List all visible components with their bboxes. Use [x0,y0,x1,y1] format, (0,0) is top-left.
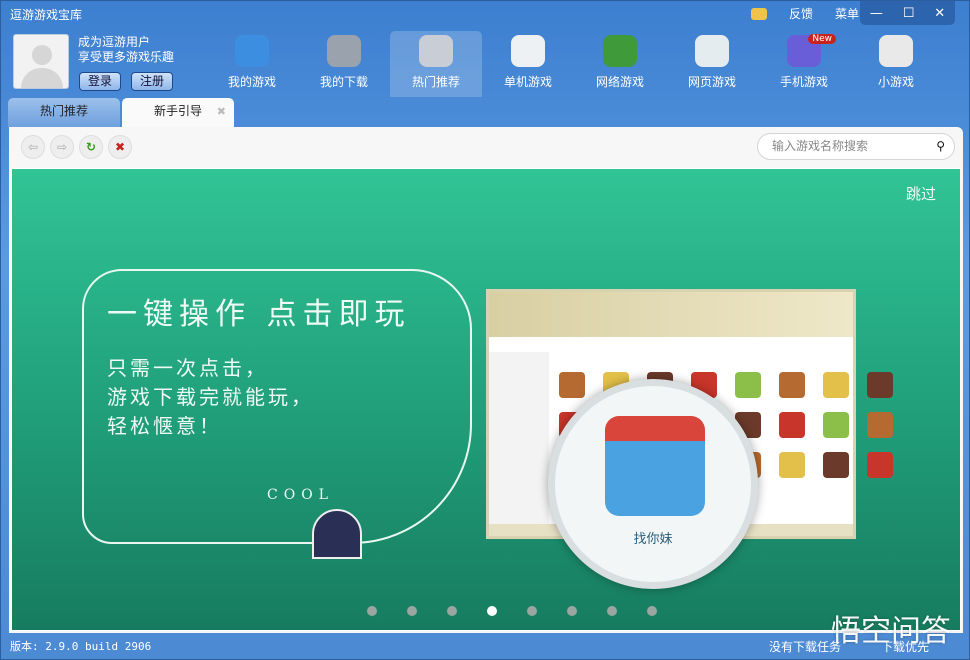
tab-label: 新手引导 [153,104,202,118]
skip-button[interactable]: 跳过 [906,183,936,204]
nav-label: 小游戏 [877,75,914,89]
preview-game-icon [779,372,805,398]
watermark: 悟空问答 [831,614,951,649]
nav-label: 我的游戏 [227,75,276,89]
preview-game-icon [823,452,849,478]
game-icon [605,416,705,516]
register-button[interactable]: 注册 [131,72,174,91]
nav-label: 热门推荐 [411,75,460,89]
preview-game-icon [867,372,893,398]
nav-label: 网络游戏 [595,75,644,89]
nav-icon [879,35,913,67]
login-button[interactable]: 登录 [79,72,122,91]
nav-item[interactable]: 单机游戏 [482,31,574,97]
slide-dot[interactable] [407,606,417,616]
nav-item[interactable]: 网页游戏 [666,31,758,97]
preview-game-icon [867,412,893,438]
slide-dot[interactable] [567,606,577,616]
nav-label: 单机游戏 [503,75,552,89]
slide-dot[interactable] [647,606,657,616]
avatar[interactable] [13,34,69,89]
forward-button[interactable]: ⇨ [50,135,74,159]
banner-line: 轻松惬意！ [107,414,222,438]
preview-game-icon [559,372,585,398]
stop-button[interactable]: ✖ [108,135,132,159]
banner-headline: 一键操作 点击即玩 [107,297,411,332]
banner-line: 只需一次点击， [107,356,268,380]
preview-game-icon [779,452,805,478]
nav-icon [235,35,269,67]
menu-link[interactable]: 菜单 [835,5,859,22]
maximize-button[interactable]: ☐ [903,6,915,21]
slide-dot[interactable] [447,606,457,616]
nav-label: 我的下载 [319,75,368,89]
slide-dot[interactable] [527,606,537,616]
window-title: 逗游游戏宝库 [10,8,83,22]
skin-icon[interactable] [750,7,767,20]
preview-game-icon [823,372,849,398]
nav-item[interactable]: 我的下载 [298,31,390,97]
penguin-drawing [312,509,362,559]
nav-item[interactable]: 小游戏 [850,31,942,97]
nav-icon [327,35,361,67]
guide-banner: 一键操作 点击即玩 只需一次点击， 游戏下载完就能玩， 轻松惬意！ COOL 跳… [11,168,961,631]
magnified-game-label: 找你妹 [633,532,673,547]
tab-hot[interactable]: 热门推荐 [8,98,120,127]
user-prompt: 成为逗游用户 [78,35,151,49]
close-button[interactable]: ✕ [934,6,945,21]
tab-label: 热门推荐 [39,104,88,118]
search-icon[interactable]: ⚲ [936,134,945,159]
search-input[interactable]: 输入游戏名称搜索 ⚲ [757,133,955,160]
banner-line: 游戏下载完就能玩， [107,385,314,409]
cool-text: COOL [267,487,334,503]
slide-dot[interactable] [607,606,617,616]
nav-item[interactable]: 网络游戏 [574,31,666,97]
nav-item[interactable]: 热门推荐 [390,31,482,97]
slide-dot[interactable] [367,606,377,616]
preview-game-icon [823,412,849,438]
tab-guide[interactable]: 新手引导 ✖ [122,98,234,127]
back-button[interactable]: ⇦ [21,135,45,159]
window-controls: — ☐ ✕ [860,1,955,25]
minimize-button[interactable]: — [870,6,883,21]
feedback-link[interactable]: 反馈 [789,5,813,22]
banner-text: 只需一次点击， 游戏下载完就能玩， 轻松惬意！ [107,354,314,441]
nav-item[interactable]: New 手机游戏 [758,31,850,97]
new-badge: New [808,34,836,44]
nav-icon [603,35,637,67]
slide-indicator [367,606,657,616]
preview-game-icon [867,452,893,478]
slide-dot[interactable] [487,606,497,616]
search-placeholder: 输入游戏名称搜索 [772,139,869,153]
nav-label: 网页游戏 [687,75,736,89]
main-nav: 我的游戏 我的下载 热门推荐 单机游戏 网络游戏 网页游戏 New 手机游戏 小游戏 [206,31,942,97]
user-subprompt: 享受更多游戏乐趣 [78,50,175,64]
version-label: 版本: 2.9.0 build 2906 [10,640,152,653]
nav-item[interactable]: 我的游戏 [206,31,298,97]
app-window: 逗游游戏宝库 反馈 菜单 — ☐ ✕ 成为逗游用户 享受更多游戏乐趣 登录 注册… [0,0,970,660]
preview-game-icon [779,412,805,438]
nav-label: 手机游戏 [779,75,828,89]
nav-icon [419,35,453,67]
tab-close-icon[interactable]: ✖ [217,98,226,125]
refresh-button[interactable]: ↻ [79,135,103,159]
nav-icon [511,35,545,67]
nav-icon [695,35,729,67]
magnifier: 找你妹 [548,379,758,589]
preview-game-icon [735,372,761,398]
